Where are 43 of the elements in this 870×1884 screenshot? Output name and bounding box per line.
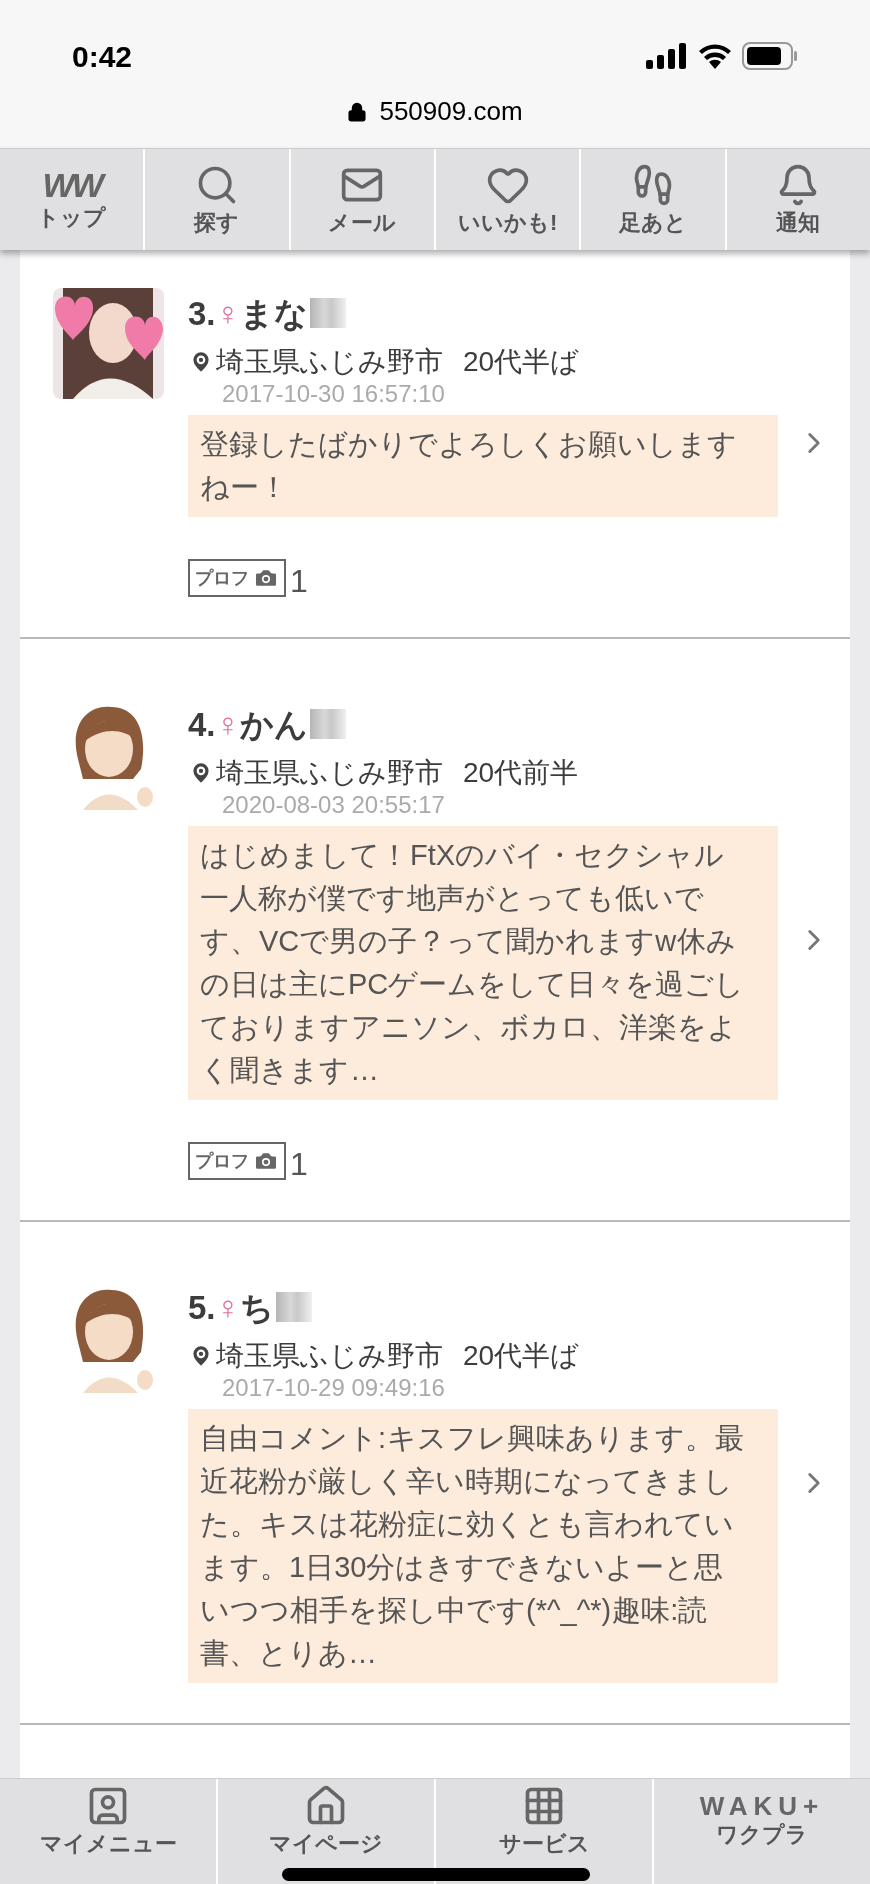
member-card[interactable] (20, 1725, 850, 1778)
profile-photo-badge: プロフ (188, 559, 286, 597)
member-age: 20代前半 (463, 756, 579, 790)
member-age: 20代半ば (463, 345, 580, 379)
comment-text: はじめまして！ FtXのバイ・セクシャル一人称が僕です 地声がとっても低いです、VCで男の子？って聞かれますw 休みの日は主にPCゲームをして日々を過ごしております アニソン、ボカロ、洋楽をよく聞きます … (188, 826, 778, 1100)
censor-blur (310, 709, 347, 739)
member-location: 埼玉県ふじみ野市 (216, 345, 443, 379)
battery-icon (742, 42, 798, 70)
member-name: 5.♀ち (188, 1290, 275, 1324)
nav-tab[interactable]: 通知 (726, 149, 870, 250)
nav-tab[interactable]: WW トップ (0, 149, 144, 250)
signal-icon (646, 43, 688, 69)
profile-photo-badge: プロフ (188, 1142, 286, 1180)
member-age: 20代半ば (463, 1339, 580, 1373)
photo-count: 1 (290, 1148, 308, 1180)
nav-tab[interactable]: マイページ (218, 1779, 434, 1884)
photo-count: 1 (290, 565, 308, 597)
member-card[interactable]: 3.♀まな 埼玉県ふじみ野市 20代半ば 2017-10-30 16:57:10 登録したばかりでよろしくお願いしますねー！ プロフ 1 (20, 250, 850, 639)
login-date: 2017-10-29 09:49:16 (222, 1373, 446, 1403)
nav-tab[interactable]: メール (290, 149, 434, 250)
url-bar[interactable]: 550909.com (0, 92, 870, 131)
nav-tab[interactable]: サービス (436, 1779, 652, 1884)
comment-text: 自由コメント: キスフレ興味あります。 最近花粉が厳しく辛い時期になってきました。キスは花粉症に効くとも言われています。1日30分はきすできないよーと思いつつ相手を探し中です(*^_^*) 趣味:読書、とりあ… (188, 1409, 778, 1683)
nav-tab[interactable]: マイメニュー (0, 1779, 216, 1884)
login-date: 2017-10-30 16:57:10 (222, 379, 446, 409)
nav-tab[interactable]: 探す (145, 149, 289, 250)
login-date: 2020-08-03 20:55:17 (222, 790, 446, 820)
status-time: 0:42 (72, 38, 133, 75)
member-location: 埼玉県ふじみ野市 (216, 756, 443, 790)
member-name: 4.♀かん (188, 707, 309, 741)
member-card[interactable]: 4.♀かん 埼玉県ふじみ野市 20代前半 2020-08-03 20:55:17 はじめまして！ FtXのバイ・セクシャル一人称が僕です 地声がとっても低いです、VCで男の子？って聞かれますw 休みの日は主にPCゲームをして日々を過ごしております アニソン、ボカロ、洋楽をよく聞きます … プロフ 1 (20, 639, 850, 1222)
logo: WAKU+ (699, 1792, 825, 1819)
censor-blur (276, 1292, 313, 1322)
member-name: 3.♀まな (188, 296, 309, 330)
censor-blur (310, 298, 347, 328)
lock-icon (347, 101, 368, 122)
nav-tab[interactable]: いいかも! (436, 149, 580, 250)
comment-text: 登録したばかりでよろしくお願いしますねー！ (188, 415, 778, 517)
member-card[interactable]: 5.♀ち 埼玉県ふじみ野市 20代半ば 2017-10-29 09:49:16 自由コメント: キスフレ興味あります。 最近花粉が厳しく辛い時期になってきました。キスは花粉症に効くとも言われています。1日30分はきすできないよーと思いつつ相手を探し中です(*^_^*) 趣味:読書、とりあ… (20, 1222, 850, 1725)
nav-tab[interactable]: 足あと (581, 149, 725, 250)
wifi-icon (698, 43, 732, 69)
nav-tab[interactable]: WAKU+ ワクプラ (654, 1779, 870, 1884)
member-location: 埼玉県ふじみ野市 (216, 1339, 443, 1373)
